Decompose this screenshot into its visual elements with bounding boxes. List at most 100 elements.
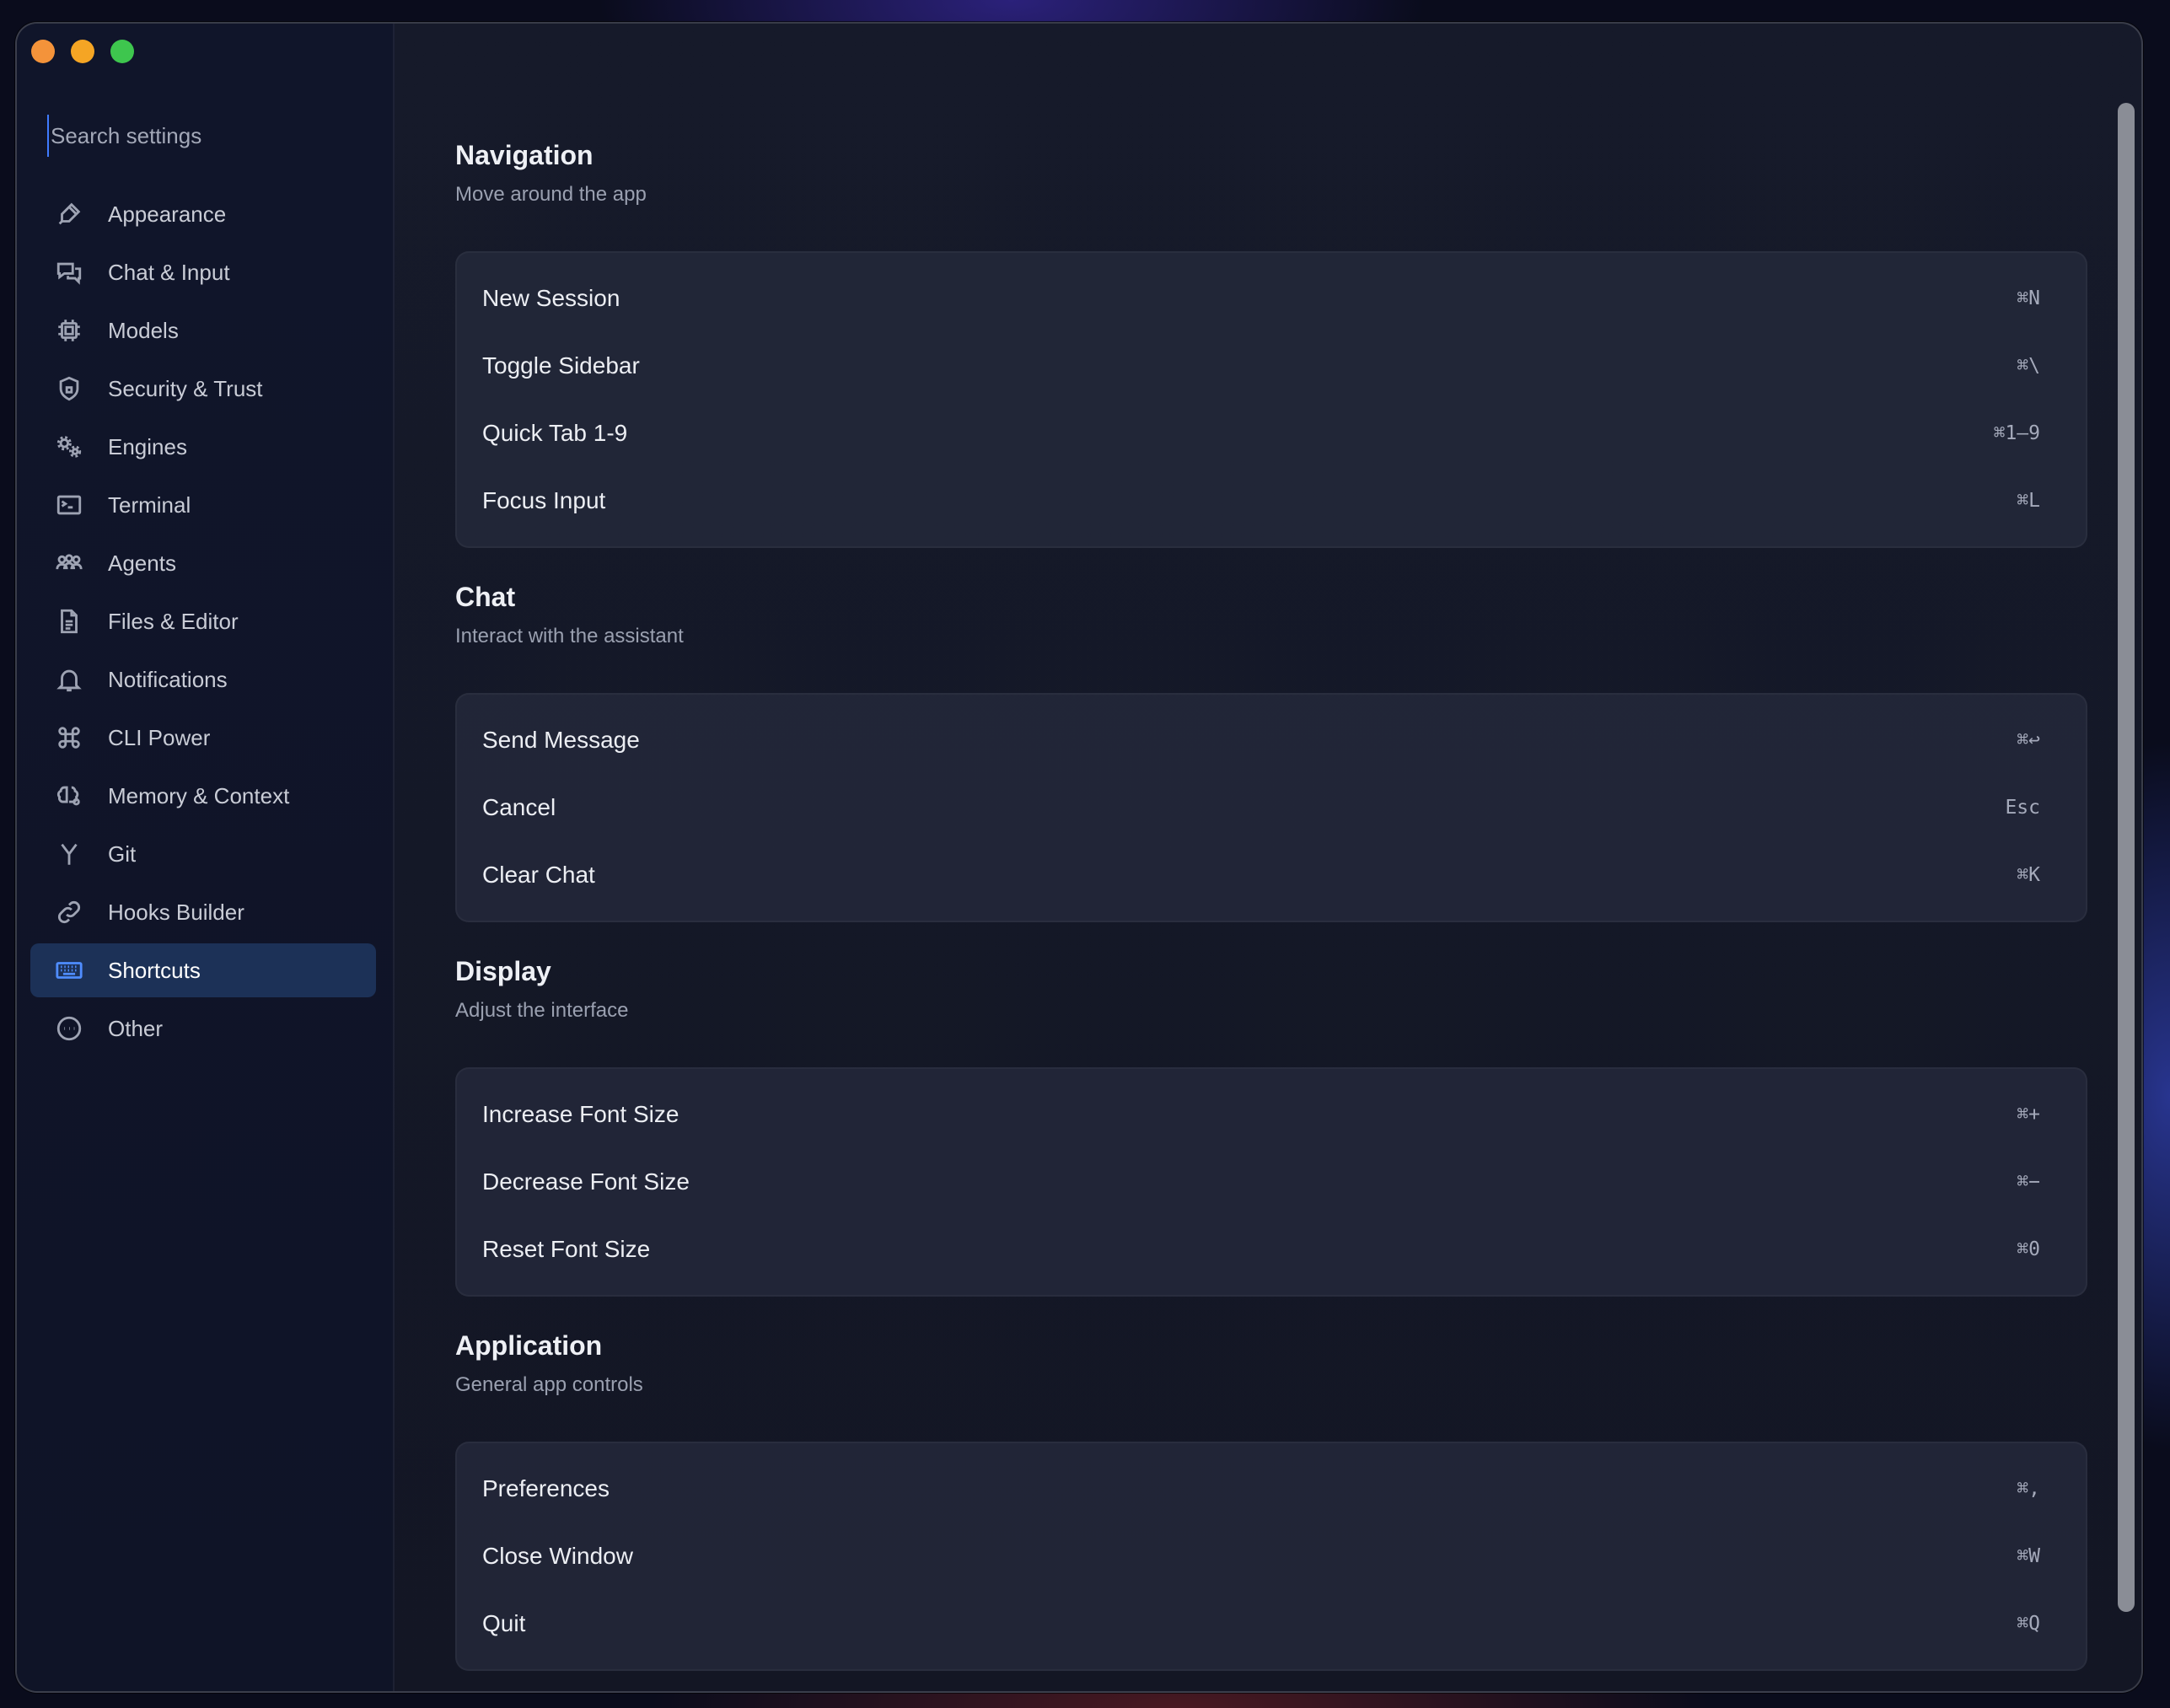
shortcut-key: ⌘1–9	[1993, 422, 2040, 444]
sidebar-item-agents[interactable]: Agents	[30, 536, 376, 590]
shortcut-label: New Session	[482, 285, 620, 311]
shortcut-label: Cancel	[482, 794, 556, 820]
bell-icon	[51, 664, 88, 695]
sidebar-item-label: Hooks Builder	[108, 899, 244, 925]
section-title: Navigation	[455, 140, 594, 170]
sidebar-item-label: Notifications	[108, 666, 228, 692]
sidebar-item-hooks-builder[interactable]: Hooks Builder	[30, 885, 376, 939]
sidebar-item-other[interactable]: Other	[30, 1002, 376, 1055]
shortcut-label: Reset Font Size	[482, 1236, 651, 1262]
shortcut-label: Focus Input	[482, 487, 606, 513]
sidebar-item-shortcuts[interactable]: Shortcuts	[30, 943, 376, 997]
sidebar-item-files-editor[interactable]: Files & Editor	[30, 594, 376, 648]
sidebar-item-label: Appearance	[108, 201, 227, 227]
sidebar-item-appearance[interactable]: Appearance	[30, 187, 376, 241]
shortcut-row[interactable]: Toggle Sidebar ⌘\	[457, 332, 2086, 400]
sidebar-item-security-trust[interactable]: Security & Trust	[30, 362, 376, 416]
shortcuts-card: Increase Font Size ⌘+ Decrease Font Size ⌘…	[455, 1067, 2087, 1297]
shortcuts-card: Preferences ⌘, Close Window ⌘W Quit ⌘Q	[455, 1442, 2087, 1671]
cpu-icon	[51, 315, 88, 346]
git-branch-icon	[51, 839, 88, 869]
shortcut-row[interactable]: Cancel Esc	[457, 774, 2086, 841]
section-navigation: Navigation Move around the app New Sessi…	[455, 140, 2087, 548]
minimize-window-button[interactable]	[71, 40, 94, 63]
shortcut-key: ⌘↩	[2017, 729, 2040, 751]
settings-window: Search settings Appearance Chat & Input …	[15, 22, 2143, 1693]
sidebar-item-label: Terminal	[108, 491, 191, 518]
scrollbar-thumb[interactable]	[2118, 103, 2135, 1612]
sidebar-item-label: Files & Editor	[108, 608, 239, 634]
shortcut-key: Esc	[2005, 797, 2040, 819]
shortcut-row[interactable]: Decrease Font Size ⌘−	[457, 1148, 2086, 1216]
sidebar-item-label: Chat & Input	[108, 259, 230, 285]
shortcut-label: Toggle Sidebar	[482, 352, 640, 379]
sidebar-item-label: Security & Trust	[108, 375, 263, 401]
maximize-window-button[interactable]	[110, 40, 134, 63]
search-input[interactable]: Search settings	[47, 115, 376, 157]
section-subtitle: Adjust the interface	[455, 999, 629, 1022]
sidebar-item-label: CLI Power	[108, 724, 211, 750]
brush-icon	[51, 199, 88, 229]
gears-icon	[51, 432, 88, 462]
section-subtitle: General app controls	[455, 1373, 643, 1396]
shortcut-key: ⌘+	[2017, 1104, 2040, 1125]
sidebar-item-label: Other	[108, 1015, 164, 1041]
section-subtitle: Move around the app	[455, 183, 647, 206]
shortcut-row[interactable]: Close Window ⌘W	[457, 1523, 2086, 1590]
shortcut-label: Preferences	[482, 1475, 610, 1501]
close-window-button[interactable]	[31, 40, 55, 63]
sidebar-item-label: Models	[108, 317, 179, 343]
settings-nav: Appearance Chat & Input Models Security …	[30, 187, 376, 1060]
terminal-icon	[51, 490, 88, 520]
shortcut-key: ⌘−	[2017, 1171, 2040, 1193]
shortcuts-card: New Session ⌘N Toggle Sidebar ⌘\ Quick Tab…	[455, 251, 2087, 548]
shortcut-key: ⌘L	[2017, 490, 2040, 512]
sidebar-item-label: Engines	[108, 433, 187, 459]
keyboard-icon	[51, 955, 88, 986]
users-icon	[51, 548, 88, 578]
shortcut-row[interactable]: Quit ⌘Q	[457, 1590, 2086, 1657]
chat-bubbles-icon	[51, 257, 88, 287]
section-title: Display	[455, 956, 551, 986]
shortcut-row[interactable]: Clear Chat ⌘K	[457, 841, 2086, 909]
settings-sidebar: Search settings Appearance Chat & Input …	[17, 24, 395, 1691]
shortcut-key: ⌘N	[2017, 287, 2040, 309]
shortcut-label: Send Message	[482, 727, 640, 753]
more-circle-icon	[51, 1013, 88, 1044]
sidebar-item-models[interactable]: Models	[30, 303, 376, 357]
shortcut-label: Close Window	[482, 1543, 633, 1569]
shortcut-key: ⌘0	[2017, 1238, 2040, 1260]
shortcut-row[interactable]: New Session ⌘N	[457, 265, 2086, 332]
shortcut-row[interactable]: Send Message ⌘↩	[457, 706, 2086, 774]
sidebar-item-notifications[interactable]: Notifications	[30, 653, 376, 706]
sidebar-item-chat-input[interactable]: Chat & Input	[30, 245, 376, 299]
section-subtitle: Interact with the assistant	[455, 625, 684, 647]
shortcut-label: Quick Tab 1-9	[482, 420, 628, 446]
shortcut-label: Clear Chat	[482, 862, 595, 888]
sidebar-item-engines[interactable]: Engines	[30, 420, 376, 474]
section-display: Display Adjust the interface Increase Fo…	[455, 956, 2087, 1297]
shortcut-row[interactable]: Preferences ⌘,	[457, 1455, 2086, 1523]
link-icon	[51, 897, 88, 927]
section-title: Application	[455, 1330, 603, 1361]
shortcuts-card: Send Message ⌘↩ Cancel Esc Clear Chat ⌘K	[455, 693, 2087, 922]
shortcut-row[interactable]: Quick Tab 1-9 ⌘1–9	[457, 400, 2086, 467]
shortcut-key: ⌘,	[2017, 1478, 2040, 1500]
sidebar-item-cli-power[interactable]: CLI Power	[30, 711, 376, 765]
section-application: Application General app controls Prefere…	[455, 1330, 2087, 1671]
sidebar-item-memory-context[interactable]: Memory & Context	[30, 769, 376, 823]
window-controls	[31, 40, 134, 63]
sidebar-item-git[interactable]: Git	[30, 827, 376, 881]
shortcut-label: Increase Font Size	[482, 1101, 679, 1127]
command-icon	[51, 722, 88, 753]
file-icon	[51, 606, 88, 636]
sidebar-item-terminal[interactable]: Terminal	[30, 478, 376, 532]
shortcut-key: ⌘W	[2017, 1545, 2040, 1567]
sidebar-item-label: Shortcuts	[108, 957, 201, 983]
shortcut-row[interactable]: Increase Font Size ⌘+	[457, 1081, 2086, 1148]
shortcut-row[interactable]: Focus Input ⌘L	[457, 467, 2086, 534]
shortcut-label: Quit	[482, 1610, 526, 1636]
shortcut-row[interactable]: Reset Font Size ⌘0	[457, 1216, 2086, 1283]
shortcut-key: ⌘Q	[2017, 1613, 2040, 1635]
sidebar-item-label: Memory & Context	[108, 782, 290, 808]
